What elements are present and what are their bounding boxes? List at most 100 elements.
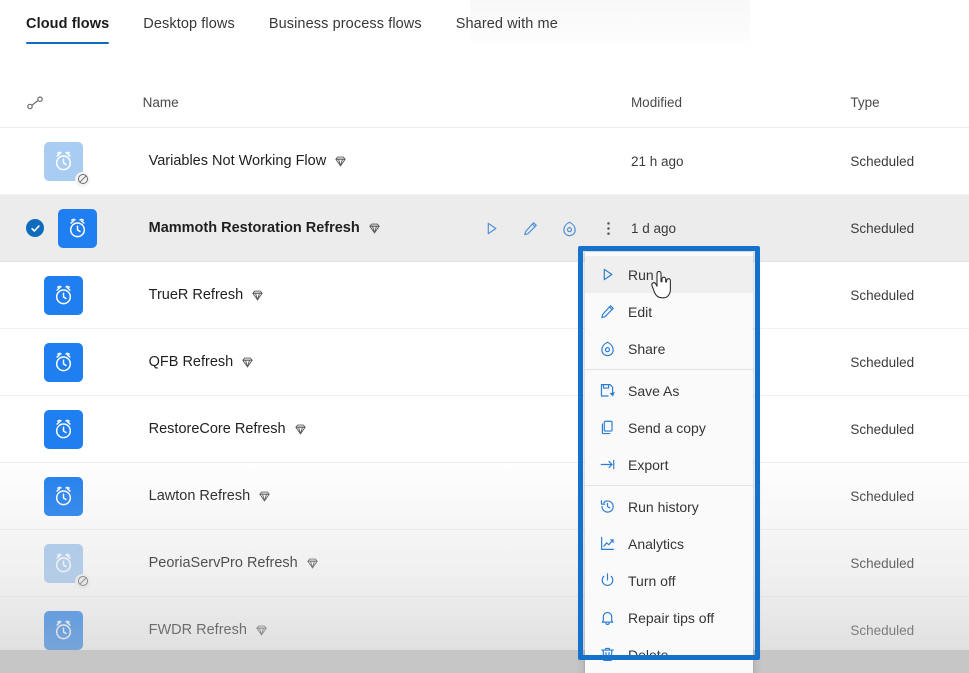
menu-item-repair-tips-off[interactable]: Repair tips off [585, 599, 753, 636]
premium-gem-icon [251, 289, 264, 302]
flow-name-link[interactable]: TrueR Refresh [149, 287, 244, 303]
row-type-cell: Scheduled [850, 153, 915, 169]
flow-name-link[interactable]: RestoreCore Refresh [149, 421, 286, 437]
flow-name-link[interactable]: Variables Not Working Flow [149, 153, 327, 169]
column-header-sort[interactable] [26, 95, 143, 110]
row-name-cell: RestoreCore Refresh [143, 421, 631, 437]
table-row[interactable]: PeoriaServPro Refresh Scheduled [0, 530, 969, 597]
flows-list: Variables Not Working Flow 21 h ago Schedu… [0, 128, 969, 664]
row-type-cell: Scheduled [850, 421, 915, 437]
premium-gem-icon [255, 624, 268, 637]
column-header-modified[interactable]: Modified [631, 95, 850, 110]
flow-name-link[interactable]: PeoriaServPro Refresh [149, 555, 298, 571]
table-row[interactable]: Mammoth Restoration Refresh 1 d ago Schedu… [0, 195, 969, 262]
disabled-badge-icon [75, 171, 90, 187]
row-icon-cell [26, 409, 143, 449]
more-action[interactable] [600, 220, 617, 237]
row-icon-cell [26, 141, 143, 187]
bottom-bar [0, 650, 969, 673]
row-name-cell: Lawton Refresh [143, 488, 631, 504]
row-modified-cell: 1 d ago [630, 220, 677, 236]
flow-name-link[interactable]: Mammoth Restoration Refresh [149, 220, 360, 236]
column-header-name[interactable]: Name [143, 95, 631, 110]
trash-icon [599, 646, 616, 663]
alarm-clock-icon [58, 208, 97, 248]
menu-item-label: Run [628, 266, 654, 283]
bell-icon [599, 609, 616, 626]
row-name-cell: PeoriaServPro Refresh [143, 555, 631, 571]
row-icon-cell [26, 543, 143, 589]
tab-shared-with-me[interactable]: Shared with me [456, 16, 578, 44]
menu-item-delete[interactable]: Delete [585, 636, 753, 673]
alarm-clock-icon [44, 543, 90, 589]
pencil-icon [599, 303, 616, 320]
menu-item-label: Send a copy [628, 419, 706, 436]
export-icon [599, 456, 616, 473]
menu-item-label: Save As [628, 382, 680, 399]
flows-table: Name Modified Type Variables Not Working… [0, 78, 969, 664]
alarm-clock-icon [44, 476, 83, 516]
premium-gem-icon [334, 155, 347, 168]
history-icon [599, 498, 616, 515]
share-action[interactable] [561, 220, 578, 237]
row-icon-cell [26, 610, 143, 650]
tab-desktop-flows[interactable]: Desktop flows [143, 16, 255, 44]
row-type-cell: Scheduled [850, 354, 915, 370]
edit-action[interactable] [522, 220, 539, 237]
premium-gem-icon [294, 423, 307, 436]
table-row[interactable]: TrueR Refresh Scheduled [0, 262, 969, 329]
menu-item-analytics[interactable]: Analytics [585, 525, 753, 562]
menu-item-share[interactable]: Share [585, 330, 753, 367]
row-icon-cell [26, 342, 143, 382]
table-row[interactable]: QFB Refresh Scheduled [0, 329, 969, 396]
row-type-cell: Scheduled [850, 287, 915, 303]
run-action[interactable] [483, 220, 500, 237]
flow-name-link[interactable]: FWDR Refresh [149, 622, 247, 638]
menu-item-label: Delete [628, 646, 669, 663]
menu-item-run-history[interactable]: Run history [585, 488, 753, 525]
flow-name-link[interactable]: QFB Refresh [149, 354, 234, 370]
row-type-cell: Scheduled [850, 555, 915, 571]
row-type-cell: Scheduled [850, 622, 915, 638]
table-row[interactable]: Lawton Refresh Scheduled [0, 463, 969, 530]
menu-item-run[interactable]: Run [585, 256, 753, 293]
table-row[interactable]: RestoreCore Refresh Scheduled [0, 396, 969, 463]
power-automate-flows-page: Cloud flows Desktop flows Business process… [0, 0, 969, 673]
menu-item-label: Run history [628, 498, 699, 515]
row-name-cell: TrueR Refresh [143, 287, 631, 303]
menu-item-save-as[interactable]: Save As [585, 372, 753, 409]
alarm-clock-icon [44, 610, 83, 650]
copy-icon [599, 419, 616, 436]
row-name-cell: Mammoth Restoration Refresh [143, 220, 631, 237]
row-actions [483, 220, 617, 237]
menu-separator [585, 485, 753, 486]
alarm-clock-icon [44, 409, 83, 449]
menu-item-export[interactable]: Export [585, 446, 753, 483]
disabled-badge-icon [75, 573, 90, 589]
row-checkbox[interactable] [26, 219, 44, 237]
power-icon [599, 572, 616, 589]
menu-item-turn-off[interactable]: Turn off [585, 562, 753, 599]
row-name-cell: FWDR Refresh [143, 622, 631, 638]
premium-gem-icon [258, 490, 271, 503]
column-header-type[interactable]: Type [850, 95, 969, 110]
row-modified-cell: 21 h ago [630, 153, 684, 169]
row-type-cell: Scheduled [850, 488, 915, 504]
premium-gem-icon [368, 222, 381, 235]
tab-business-process-flows[interactable]: Business process flows [269, 16, 442, 44]
play-icon [599, 266, 616, 283]
save-as-icon [599, 382, 616, 399]
tab-cloud-flows[interactable]: Cloud flows [26, 16, 129, 44]
menu-item-edit[interactable]: Edit [585, 293, 753, 330]
sort-icon [26, 95, 44, 110]
row-icon-cell [26, 275, 143, 315]
menu-item-send-a-copy[interactable]: Send a copy [585, 409, 753, 446]
menu-item-label: Repair tips off [628, 609, 715, 626]
table-row[interactable]: Variables Not Working Flow 21 h ago Schedu… [0, 128, 969, 195]
alarm-clock-icon [44, 342, 83, 382]
flow-name-link[interactable]: Lawton Refresh [149, 488, 251, 504]
row-type-cell: Scheduled [850, 220, 915, 236]
flow-context-menu: Run Edit Share Save As Send a copy Export Run … [585, 252, 753, 673]
table-header-row: Name Modified Type [0, 78, 969, 128]
flow-type-tabs: Cloud flows Desktop flows Business process… [0, 0, 969, 52]
